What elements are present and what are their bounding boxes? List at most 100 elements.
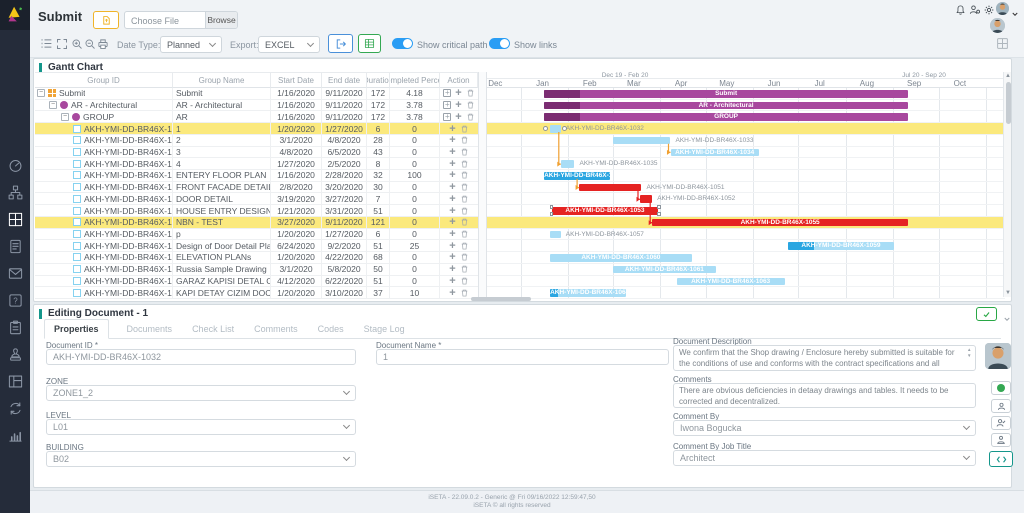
sidebar-item-approval-stamp[interactable] (0, 341, 30, 368)
spinner-arrows-icon[interactable]: ▲ ▼ (967, 347, 971, 360)
expand-all-button[interactable]: + (443, 89, 452, 98)
tab-documents[interactable]: Documents (125, 320, 175, 338)
zoom-out-icon[interactable] (84, 37, 96, 55)
add-row-button[interactable]: + (449, 229, 455, 240)
app-logo-icon[interactable] (0, 0, 30, 30)
expand-all-button[interactable]: + (443, 112, 452, 121)
gantt-bar[interactable] (612, 136, 671, 145)
table-row[interactable]: AKH-YMI-DD-BR46X-1061Russia Sample Drawi… (35, 263, 478, 276)
gantt-bar[interactable]: AKH-YMI-DD-BR46X-1048 (544, 172, 610, 180)
row-checkbox[interactable] (73, 206, 81, 215)
delete-row-button[interactable] (460, 159, 469, 169)
table-row[interactable]: AKH-YMI-DD-BR46X-1064KAPI DETAY CIZIM DO… (35, 287, 478, 299)
zone-select[interactable]: ZONE1_2 (46, 385, 356, 401)
delete-row-button[interactable] (460, 170, 469, 180)
gantt-bar[interactable]: AKH-YMI-DD-BR46X-1034 (670, 148, 759, 157)
upload-button[interactable] (93, 11, 119, 29)
collapse-panel-chevron-icon[interactable] (1003, 310, 1011, 328)
row-checkbox[interactable] (73, 276, 81, 285)
add-row-button[interactable]: + (449, 205, 455, 216)
gantt-bar[interactable]: AKH-YMI-DD-BR46X-1059 (787, 242, 895, 250)
delete-row-button[interactable] (460, 276, 469, 286)
add-row-button[interactable]: + (449, 217, 455, 228)
sidebar-item-mail[interactable] (0, 260, 30, 287)
table-row[interactable]: AKH-YMI-DD-BR46X-103211/20/20201/27/2020… (35, 123, 478, 135)
user-settings-icon[interactable] (969, 3, 981, 21)
row-checkbox[interactable] (73, 265, 81, 274)
file-input[interactable]: Choose File Browse (124, 11, 238, 29)
row-checkbox[interactable] (73, 288, 81, 297)
sidebar-item-documents[interactable] (0, 233, 30, 260)
row-checkbox[interactable] (73, 159, 81, 168)
delete-row-button[interactable] (460, 229, 469, 239)
sidebar-item-checklist[interactable] (0, 314, 30, 341)
gantt-bar[interactable]: Submit (544, 90, 909, 98)
gantt-bar[interactable]: AKH-YMI-DD-BR46X-1055 (652, 218, 909, 227)
gantt-bar[interactable]: AKH-YMI-DD-BR46X-1064 (550, 289, 627, 297)
add-row-button[interactable]: + (455, 100, 461, 111)
column-header-action[interactable]: Action (440, 72, 478, 88)
delete-row-button[interactable] (466, 100, 475, 110)
secondary-avatar[interactable] (990, 18, 1005, 33)
gantt-bar[interactable] (550, 230, 561, 239)
row-checkbox[interactable] (73, 241, 81, 250)
sidebar-item-dashboard[interactable] (0, 152, 30, 179)
document-description-textarea[interactable]: We confirm that the Shop drawing / Enclo… (673, 345, 976, 371)
row-checkbox[interactable] (73, 253, 81, 262)
sidebar-item-gantt-grid[interactable] (0, 206, 30, 233)
add-row-button[interactable]: + (449, 123, 455, 134)
expand-all-button[interactable]: + (443, 101, 452, 110)
collapse-expander[interactable]: − (37, 89, 45, 98)
gantt-vertical-scrollbar[interactable]: ▲ ▼ (1003, 72, 1011, 297)
add-row-button[interactable]: + (449, 135, 455, 146)
export-select[interactable]: EXCEL (258, 36, 320, 53)
comment-by-job-title-select[interactable]: Architect (673, 450, 976, 466)
tab-stage-log[interactable]: Stage Log (362, 320, 407, 338)
task-list-icon[interactable] (40, 37, 53, 55)
table-row[interactable]: − AR - Architectural AR - Architectural 1/1… (35, 99, 478, 112)
gantt-bar[interactable]: GROUP (544, 113, 909, 121)
add-row-button[interactable]: + (449, 170, 455, 181)
tab-comments[interactable]: Comments (252, 320, 300, 338)
resize-handle[interactable] (549, 212, 554, 216)
show-links-toggle[interactable] (489, 38, 510, 49)
user-group-button[interactable] (991, 433, 1011, 447)
delete-row-button[interactable] (460, 264, 469, 274)
gantt-bar[interactable] (579, 183, 642, 192)
column-header-group-name[interactable]: Group Name (173, 72, 271, 88)
add-row-button[interactable]: + (449, 264, 455, 275)
assign-user-button[interactable] (991, 399, 1011, 413)
sidebar-item-workflow[interactable] (0, 179, 30, 206)
sidebar-item-layout[interactable] (0, 368, 30, 395)
delete-row-button[interactable] (466, 88, 475, 98)
add-row-button[interactable]: + (449, 287, 455, 298)
add-row-button[interactable]: + (449, 147, 455, 158)
document-name-input[interactable] (376, 349, 669, 365)
tab-properties[interactable]: Properties (44, 319, 109, 339)
add-row-button[interactable]: + (449, 252, 455, 263)
gantt-bar[interactable]: AR - Architectural (544, 101, 909, 110)
resize-handle[interactable] (549, 205, 554, 209)
delete-row-button[interactable] (460, 135, 469, 145)
column-header-group-id[interactable]: Group ID (35, 72, 173, 88)
table-row[interactable]: AKH-YMI-DD-BR46X-1048ENTERY FLOOR PLAN1/… (35, 170, 478, 182)
export-excel-button[interactable] (358, 34, 381, 53)
layout-grid-icon[interactable] (996, 37, 1009, 55)
gantt-bar[interactable]: AKH-YMI-DD-BR46X-1061 (612, 265, 717, 274)
add-row-button[interactable]: + (449, 193, 455, 204)
gantt-bar[interactable] (550, 125, 561, 133)
row-checkbox[interactable] (73, 171, 81, 180)
building-select[interactable]: B02 (46, 451, 356, 467)
browse-button[interactable]: Browse (205, 12, 237, 28)
show-critical-path-toggle[interactable] (392, 38, 413, 49)
export-report-button[interactable] (328, 34, 353, 53)
gantt-bar[interactable]: AKH-YMI-DD-BR46X-1060 (550, 254, 692, 262)
gantt-horizontal-scrollbar[interactable] (471, 297, 531, 301)
zoom-in-icon[interactable] (71, 37, 83, 55)
account-chevron-down-icon[interactable] (1011, 5, 1019, 23)
status-dot-button[interactable] (991, 381, 1011, 395)
add-row-button[interactable]: + (455, 88, 461, 99)
add-row-button[interactable]: + (455, 111, 461, 122)
link-handle[interactable] (543, 126, 549, 132)
delete-row-button[interactable] (460, 217, 469, 227)
